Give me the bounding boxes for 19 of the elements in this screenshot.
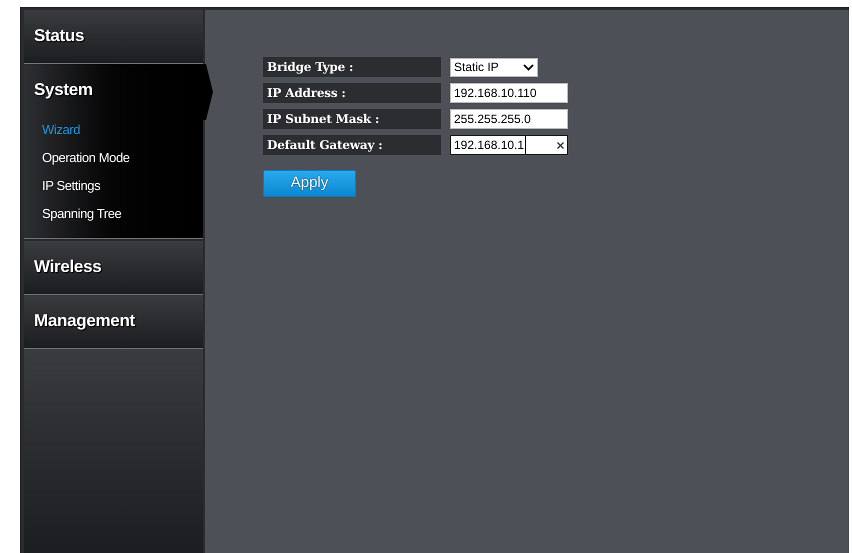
sidebar-link[interactable]: Spanning Tree: [24, 200, 203, 228]
input-field[interactable]: 255.255.255.0: [450, 109, 568, 129]
input-field[interactable]: 192.168.10.110: [450, 83, 568, 103]
field-label: Bridge Type :: [263, 57, 441, 77]
input-field[interactable]: 192.168.10.1: [450, 135, 568, 155]
sidebar-heading[interactable]: System: [24, 64, 203, 116]
sidebar-link[interactable]: Wizard: [24, 116, 203, 144]
pointer-icon: [202, 64, 214, 120]
clear-icon[interactable]: [557, 142, 564, 148]
sidebar-link[interactable]: Operation Mode: [24, 144, 203, 172]
field-label: IP Subnet Mask :: [263, 109, 441, 129]
field-label: IP Address :: [263, 83, 441, 103]
bridge-type-dropdown[interactable]: Static IP: [450, 58, 538, 76]
sidebar-heading[interactable]: Status: [24, 10, 203, 62]
sidebar-heading[interactable]: Wireless: [24, 241, 203, 293]
field-label: Default Gateway :: [263, 135, 441, 155]
sidebar-link[interactable]: IP Settings: [24, 172, 203, 200]
sidebar-heading[interactable]: Management: [24, 295, 203, 347]
chevron-icon: [523, 64, 534, 70]
